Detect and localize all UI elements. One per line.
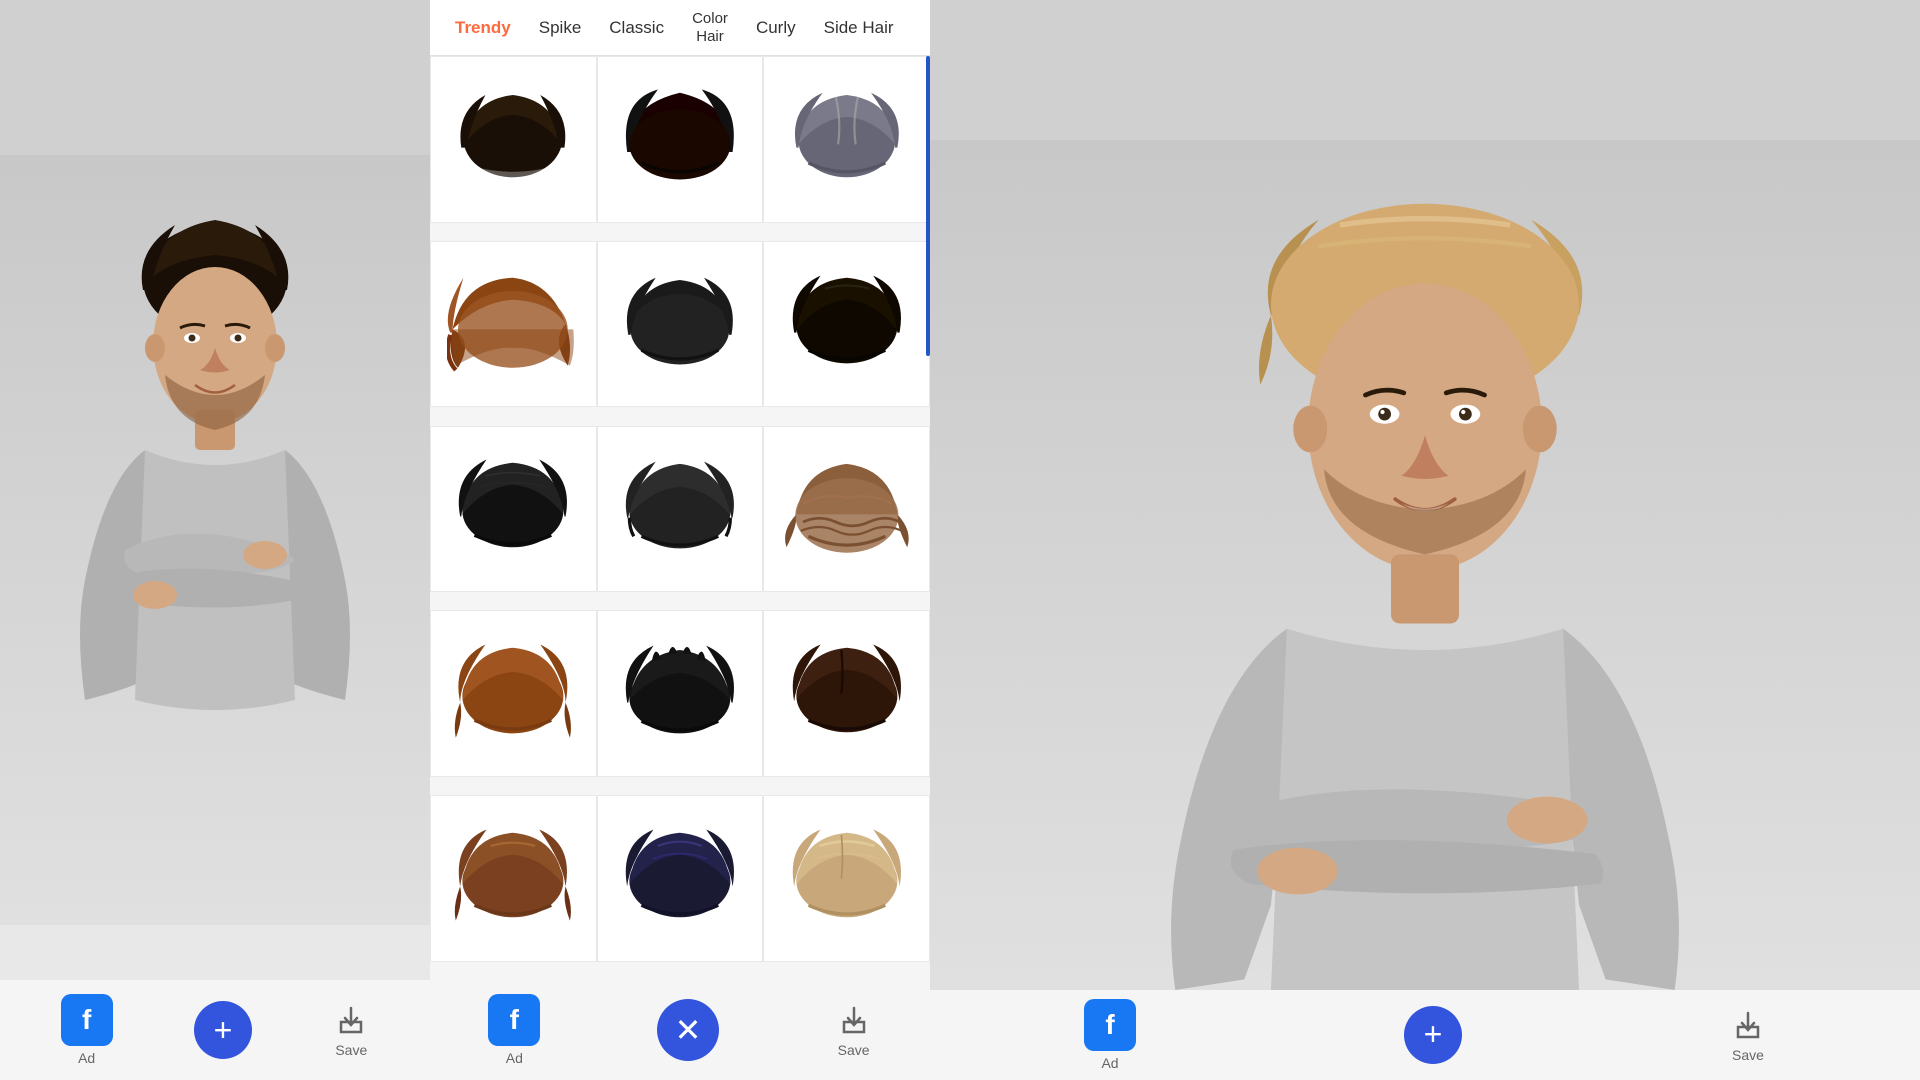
right-facebook-icon[interactable]: f: [1084, 999, 1136, 1051]
hair-svg-10: [447, 628, 579, 760]
hair-svg-4: [447, 258, 579, 390]
left-ad-label: Ad: [78, 1050, 95, 1066]
middle-save-button[interactable]: Save: [836, 1002, 872, 1058]
hair-style-11[interactable]: [597, 610, 764, 777]
right-top-gray: [930, 0, 1920, 140]
middle-facebook-icon[interactable]: f: [488, 994, 540, 1046]
hair-style-10[interactable]: [430, 610, 597, 777]
tabs-bar: Trendy Spike Classic ColorHair Curly Sid…: [430, 0, 930, 56]
right-bottom-bar: f Ad + Save: [930, 990, 1920, 1080]
hair-svg-2: [614, 73, 746, 205]
right-add-button[interactable]: +: [1404, 1006, 1462, 1064]
left-panel: f Ad + Save: [0, 0, 430, 1080]
tab-classic[interactable]: Classic: [599, 12, 674, 44]
hair-style-4[interactable]: [430, 241, 597, 408]
hair-svg-13: [447, 813, 579, 945]
hair-style-9[interactable]: [763, 426, 930, 593]
hair-style-13[interactable]: [430, 795, 597, 962]
hair-svg-15: [781, 813, 913, 945]
middle-ad-label: Ad: [506, 1050, 523, 1066]
scroll-indicator: [926, 56, 930, 356]
tab-sidehair[interactable]: Side Hair: [814, 12, 904, 44]
hair-svg-8: [614, 443, 746, 575]
left-facebook-button[interactable]: f Ad: [61, 994, 113, 1066]
left-bottom-bar: f Ad + Save: [0, 980, 430, 1080]
right-facebook-button[interactable]: f Ad: [1084, 999, 1136, 1071]
hair-style-6[interactable]: [763, 241, 930, 408]
hair-style-3[interactable]: [763, 56, 930, 223]
hair-style-14[interactable]: [597, 795, 764, 962]
hair-style-8[interactable]: [597, 426, 764, 593]
middle-facebook-button[interactable]: f Ad: [488, 994, 540, 1066]
middle-save-label: Save: [838, 1042, 870, 1058]
tab-curly[interactable]: Curly: [746, 12, 806, 44]
close-button[interactable]: ✕: [657, 999, 719, 1061]
left-save-button[interactable]: Save: [333, 1002, 369, 1058]
hair-svg-3: [781, 73, 913, 205]
right-panel: f Ad + Save: [930, 0, 1920, 1080]
left-save-label: Save: [335, 1042, 367, 1058]
hair-svg-9: [781, 443, 913, 575]
hair-style-5[interactable]: [597, 241, 764, 408]
hair-style-12[interactable]: [763, 610, 930, 777]
hair-style-7[interactable]: [430, 426, 597, 593]
hair-svg-1: [447, 73, 579, 205]
right-save-icon[interactable]: [1730, 1007, 1766, 1043]
tab-trendy[interactable]: Trendy: [445, 12, 521, 44]
hair-style-2[interactable]: [597, 56, 764, 223]
middle-panel: Trendy Spike Classic ColorHair Curly Sid…: [430, 0, 930, 1080]
hair-style-grid: [430, 56, 930, 980]
left-top-gray: [0, 0, 430, 155]
left-add-button[interactable]: +: [194, 1001, 252, 1059]
left-facebook-icon[interactable]: f: [61, 994, 113, 1046]
hair-svg-12: [781, 628, 913, 760]
right-ad-label: Ad: [1101, 1055, 1118, 1071]
hair-style-1[interactable]: [430, 56, 597, 223]
middle-save-icon[interactable]: [836, 1002, 872, 1038]
hair-svg-11: [614, 628, 746, 760]
left-person-svg: [45, 200, 385, 880]
hair-svg-14: [614, 813, 746, 945]
middle-bottom-bar: f Ad ✕ Save: [430, 980, 930, 1080]
hair-svg-5: [614, 258, 746, 390]
hair-svg-6: [781, 258, 913, 390]
left-person-photo: [0, 155, 430, 925]
hair-svg-7: [447, 443, 579, 575]
tab-colorhair[interactable]: ColorHair: [682, 4, 738, 52]
right-save-button[interactable]: Save: [1730, 1007, 1766, 1063]
left-save-icon[interactable]: [333, 1002, 369, 1038]
hair-style-15[interactable]: [763, 795, 930, 962]
right-person-photo: [930, 140, 1920, 990]
right-person-svg: [1035, 140, 1815, 990]
tab-spike[interactable]: Spike: [529, 12, 592, 44]
right-save-label: Save: [1732, 1047, 1764, 1063]
